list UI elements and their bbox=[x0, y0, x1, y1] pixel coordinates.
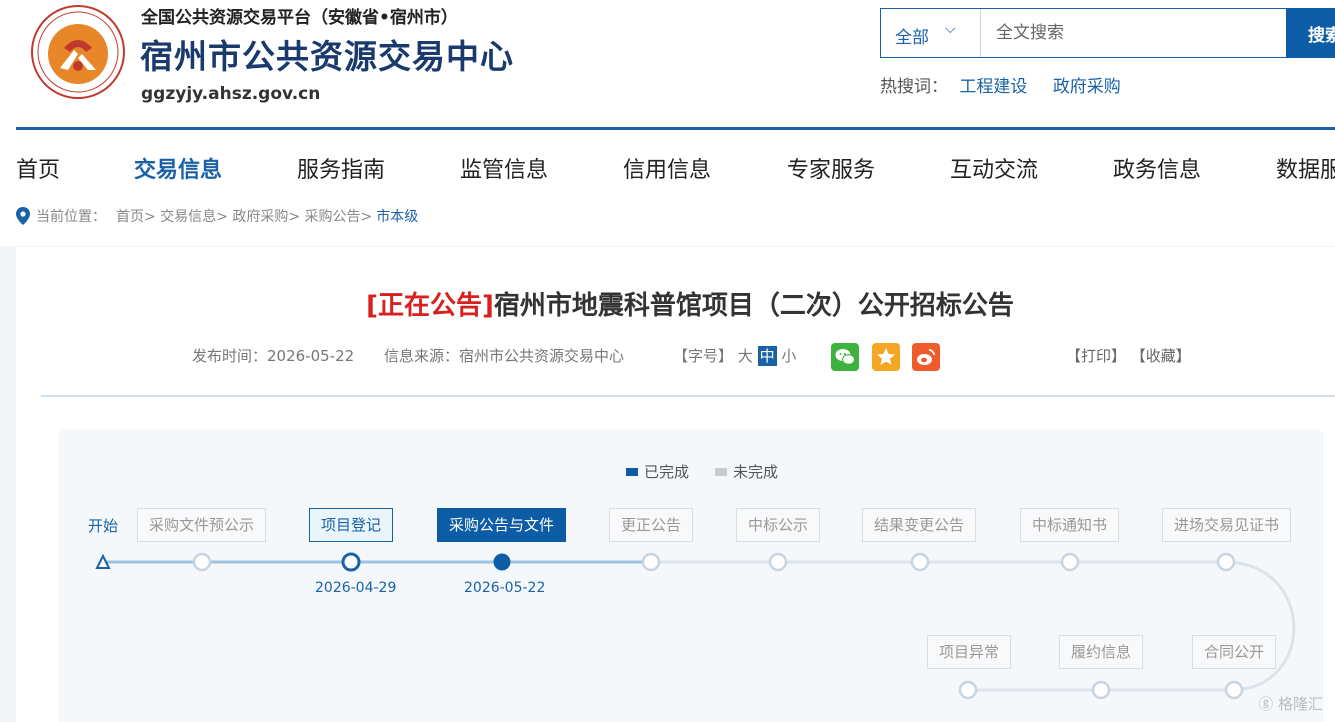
status-badge: [正在公告] bbox=[366, 291, 494, 321]
site-domain: ggzyjy.ahsz.gov.cn bbox=[141, 84, 321, 104]
font-size-large[interactable]: 大 bbox=[738, 347, 753, 365]
font-size-label: 【字号】 bbox=[673, 347, 734, 365]
public-resource-seal-logo[interactable] bbox=[30, 4, 126, 100]
chevron-down-icon: ⌵ bbox=[945, 21, 956, 37]
node-correction bbox=[641, 552, 661, 572]
nav-item-credit[interactable]: 信用信息 bbox=[623, 152, 711, 184]
process-flow: 已完成 未完成 开始 采购文件预公示 项目登记 采购公告与文件 更正公告 中标公… bbox=[58, 429, 1324, 722]
collect-link[interactable]: 【收藏】 bbox=[1131, 347, 1191, 365]
node-contract bbox=[1224, 680, 1244, 700]
breadcrumb-bar: 当前位置： 首页> 交易信息> 政府采购> 采购公告> 市本级 bbox=[0, 202, 1335, 246]
step-bid-publicity[interactable]: 中标公示 bbox=[736, 508, 821, 542]
hot-search: 热搜词： 工程建设 政府采购 bbox=[880, 72, 1141, 97]
hot-word-link[interactable]: 工程建设 bbox=[959, 77, 1027, 97]
breadcrumb-path[interactable]: 首页> 交易信息> 政府采购> 采购公告> bbox=[116, 206, 372, 226]
step-procurement-prepublicity[interactable]: 采购文件预公示 bbox=[137, 508, 267, 542]
nav-item-supervision[interactable]: 监管信息 bbox=[460, 152, 548, 184]
page: 全国公共资源交易平台（安徽省•宿州市） 宿州市公共资源交易中心 ggzyjy.a… bbox=[0, 0, 1335, 722]
step-correction-notice[interactable]: 更正公告 bbox=[609, 508, 694, 542]
hot-word-link[interactable]: 政府采购 bbox=[1053, 77, 1121, 97]
article-card: [正在公告]宿州市地震科普馆项目（二次）公开招标公告 发布时间：2026-05-… bbox=[16, 247, 1335, 722]
main-nav: 首页 交易信息 服务指南 监管信息 信用信息 专家服务 互动交流 政务信息 数据… bbox=[0, 130, 1335, 202]
info-source: 信息来源：宿州市公共资源交易中心 bbox=[384, 347, 625, 365]
font-size-medium[interactable]: 中 bbox=[757, 346, 777, 366]
breadcrumb-current[interactable]: 市本级 bbox=[376, 206, 418, 226]
node-registration bbox=[341, 552, 361, 572]
weibo-icon[interactable] bbox=[912, 343, 940, 371]
site-title[interactable]: 宿州市公共资源交易中心 bbox=[140, 30, 514, 78]
search-box: 全部 ⌵ 搜索 bbox=[880, 8, 1335, 58]
step-award-notice[interactable]: 中标通知书 bbox=[1020, 508, 1120, 542]
font-size-small[interactable]: 小 bbox=[781, 347, 796, 365]
search-input[interactable] bbox=[982, 9, 1286, 57]
print-link[interactable]: 【打印】 bbox=[1066, 347, 1126, 365]
search-scope-select[interactable]: 全部 ⌵ bbox=[881, 9, 981, 57]
nav-item-trading-info[interactable]: 交易信息 bbox=[134, 152, 222, 184]
node-witness bbox=[1216, 552, 1236, 572]
favorite-star-icon[interactable] bbox=[872, 343, 900, 371]
search-button[interactable]: 搜索 bbox=[1286, 8, 1335, 58]
step-project-registration[interactable]: 项目登记 bbox=[309, 508, 394, 542]
step-procurement-announcement[interactable]: 采购公告与文件 bbox=[437, 508, 567, 542]
node-exception bbox=[958, 680, 978, 700]
breadcrumb: 当前位置： 首页> 交易信息> 政府采购> 采购公告> 市本级 bbox=[16, 206, 418, 226]
nav-item-expert-service[interactable]: 专家服务 bbox=[787, 152, 875, 184]
node-prepublicity bbox=[192, 552, 212, 572]
node-award-notice bbox=[1060, 552, 1080, 572]
nav-item-service-guide[interactable]: 服务指南 bbox=[297, 152, 385, 184]
nav-item-interaction[interactable]: 互动交流 bbox=[950, 152, 1038, 184]
node-result-change bbox=[910, 552, 930, 572]
watermark-text: 格隆汇 bbox=[1277, 695, 1323, 713]
title-divider bbox=[41, 395, 1335, 397]
site-header: 全国公共资源交易平台（安徽省•宿州市） 宿州市公共资源交易中心 ggzyjy.a… bbox=[0, 0, 1335, 130]
step-project-exception[interactable]: 项目异常 bbox=[927, 635, 1012, 669]
flow-connector-lines bbox=[95, 552, 1296, 700]
search-scope-label: 全部 bbox=[895, 28, 929, 48]
article-actions: 【打印】 【收藏】 bbox=[1066, 345, 1191, 366]
platform-name: 全国公共资源交易平台（安徽省•宿州市） bbox=[141, 8, 458, 28]
article-title: [正在公告]宿州市地震科普馆项目（二次）公开招标公告 bbox=[16, 285, 1335, 322]
flow-line-curve bbox=[1223, 560, 1296, 692]
step-result-change[interactable]: 结果变更公告 bbox=[862, 508, 977, 542]
step-contract-disclosure[interactable]: 合同公开 bbox=[1192, 635, 1277, 669]
publish-time: 发布时间：2026-05-22 bbox=[192, 347, 355, 365]
nav-item-data-service[interactable]: 数据服务 bbox=[1276, 152, 1335, 184]
node-bid-publicity bbox=[768, 552, 788, 572]
node-performance bbox=[1091, 680, 1111, 700]
location-pin-icon bbox=[16, 207, 30, 225]
article-title-text: 宿州市地震科普馆项目（二次）公开招标公告 bbox=[493, 291, 1014, 321]
watermark-logo-icon: ⓖ bbox=[1258, 695, 1274, 713]
step-witness-certificate[interactable]: 进场交易见证书 bbox=[1162, 508, 1292, 542]
step-date: 2026-05-22 bbox=[464, 580, 546, 596]
step-performance-info[interactable]: 履约信息 bbox=[1059, 635, 1144, 669]
watermark: ⓖ 格隆汇 bbox=[1258, 693, 1323, 714]
flow-start-label: 开始 bbox=[88, 517, 119, 535]
breadcrumb-label: 当前位置： bbox=[36, 209, 106, 225]
wechat-icon[interactable] bbox=[831, 343, 859, 371]
node-announcement bbox=[493, 553, 511, 571]
font-size-switcher: 【字号】 大 中 小 bbox=[673, 345, 796, 366]
step-date: 2026-04-29 bbox=[315, 580, 397, 596]
hot-search-label: 热搜词： bbox=[880, 77, 948, 97]
nav-item-government-affairs[interactable]: 政务信息 bbox=[1113, 152, 1201, 184]
nav-item-home[interactable]: 首页 bbox=[16, 152, 60, 184]
